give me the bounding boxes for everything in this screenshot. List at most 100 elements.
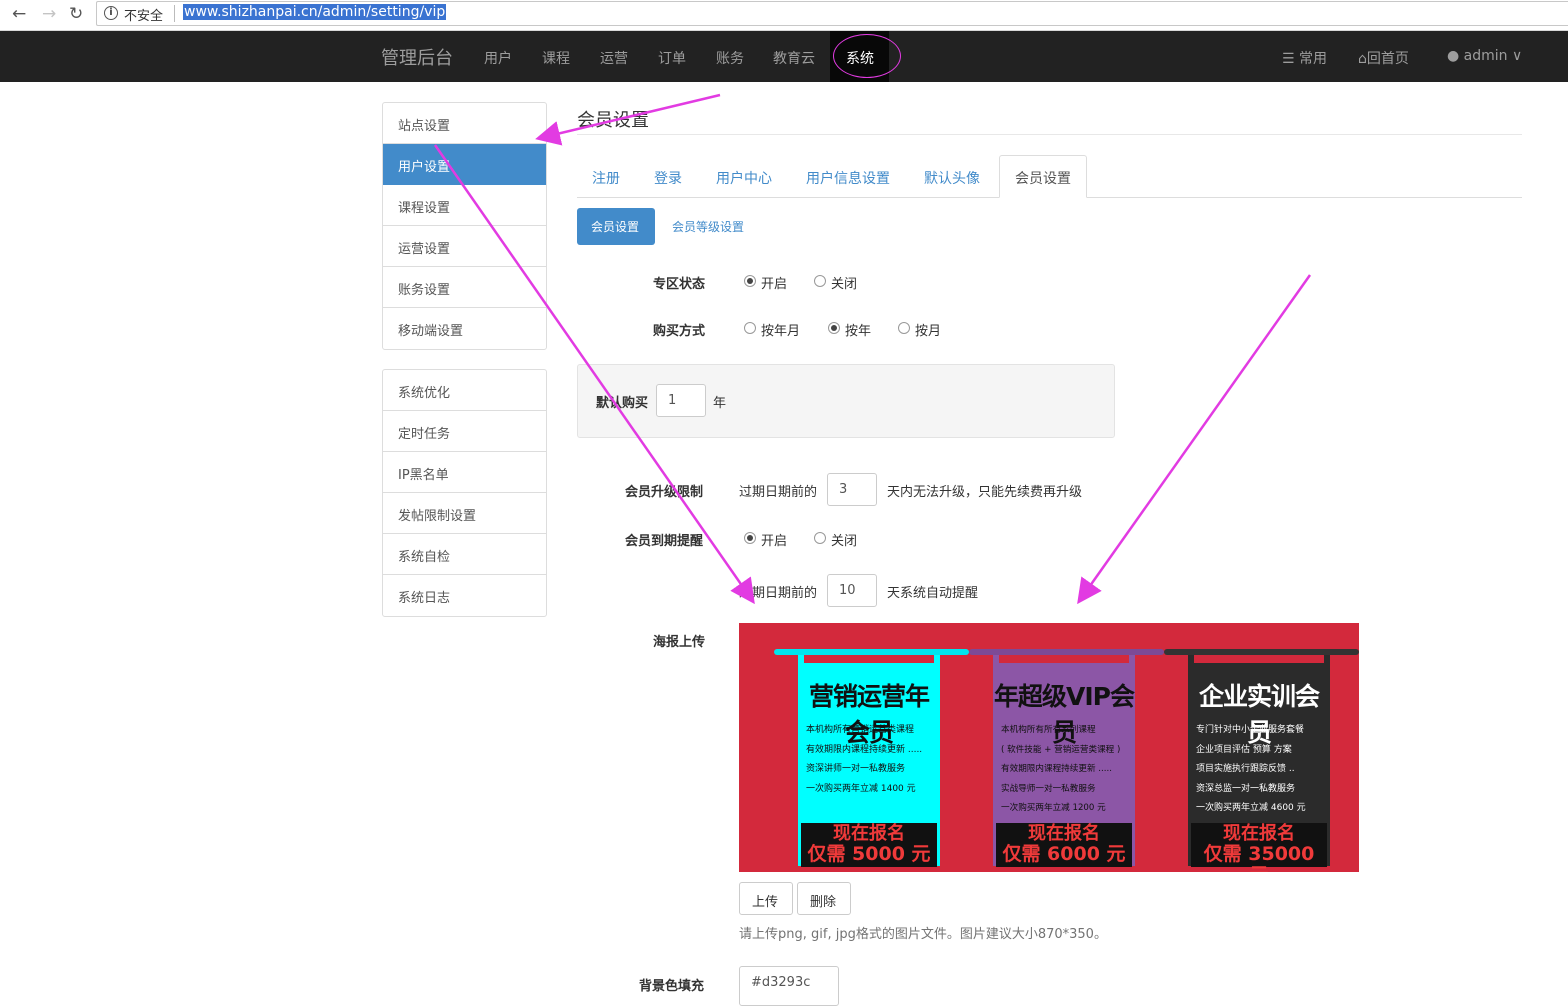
poster-card-line: 本机构所有营销运营类课程 (806, 725, 915, 735)
sidebar-item-self-check[interactable]: 系统自检 (383, 534, 546, 575)
sidebar-group-2: 系统优化 定时任务 IP黑名单 发帖限制设置 系统自检 系统日志 (382, 369, 547, 617)
poster-card-line: 资深讲师一对一私教服务 (806, 764, 906, 774)
expiry-reminder-on-radio[interactable] (744, 532, 756, 544)
poster-card-line: 一次购买两年立减 1400 元 (806, 783, 916, 794)
poster-card-lines: 专门针对中小企业服务套餐 企业项目评估 预算 方案 项目实施执行跟踪反馈 .. … (1196, 721, 1330, 819)
sidebar-item-cron[interactable]: 定时任务 (383, 411, 546, 452)
top-navbar: 管理后台 用户 课程 运营 订单 账务 教育云 系统 ☰ 常用 ⌂回首页 ● a… (0, 31, 1568, 82)
expiry-reminder-prefix: 过期日期前的 (739, 586, 818, 601)
home-icon: ⌂ (1358, 51, 1367, 67)
sidebar-item-ip-blacklist[interactable]: IP黑名单 (383, 452, 546, 493)
zone-status-on-label: 开启 (761, 277, 788, 292)
back-icon[interactable]: ← (12, 4, 26, 24)
poster-card-line: 实战导师一对一私教服务 (1001, 783, 1096, 794)
buy-mode-month-label: 按月 (915, 324, 942, 339)
tab-vip[interactable]: 会员设置 (999, 155, 1087, 198)
poster-card-strip (999, 655, 1129, 663)
home-link[interactable]: ⌂回首页 (1358, 48, 1409, 68)
upgrade-limit-label: 会员升级限制 (625, 485, 704, 500)
poster-card-footer: 现在报名 仅需 35000 元 (1191, 823, 1327, 872)
nav-item-user[interactable]: 用户 (484, 48, 512, 68)
sidebar-item-mobile[interactable]: 移动端设置 (383, 308, 546, 349)
buy-mode-year-radio[interactable] (828, 322, 840, 334)
upload-button[interactable]: 上传 (739, 882, 793, 915)
poster-card-2: 年超级VIP会员 本机构所有所有系列课程 ( 软件技能 + 营销运营类课程 ) … (993, 655, 1135, 867)
info-icon[interactable]: i (104, 6, 118, 20)
poster-card-line: 有效期限内课程持续更新 ..... (806, 744, 923, 755)
nav-item-operation[interactable]: 运营 (600, 48, 628, 68)
annotation-circle (833, 34, 901, 78)
user-icon: ● (1447, 48, 1460, 64)
expiry-reminder-input[interactable]: 10 (827, 574, 877, 607)
poster-card-cta: 现在报名 (1223, 823, 1295, 844)
sidebar-item-user[interactable]: 用户设置 (383, 144, 546, 185)
sidebar-item-site[interactable]: 站点设置 (383, 103, 546, 144)
expiry-reminder-off-label: 关闭 (831, 534, 858, 549)
zone-status-on-radio[interactable] (744, 275, 756, 287)
list-icon: ☰ (1282, 51, 1295, 67)
zone-status-label: 专区状态 (653, 277, 706, 292)
poster-card-3: 企业实训会员 专门针对中小企业服务套餐 企业项目评估 预算 方案 项目实施执行跟… (1188, 655, 1330, 872)
zone-status-off-label: 关闭 (831, 277, 858, 292)
poster-card-line: 有效期限内课程持续更新 ..... (1001, 764, 1112, 774)
user-menu[interactable]: ● admin ∨ (1447, 48, 1522, 64)
poster-card-line: 项目实施执行跟踪反馈 .. (1196, 764, 1295, 774)
reload-icon[interactable]: ↻ (69, 4, 83, 24)
sidebar-item-log[interactable]: 系统日志 (383, 575, 546, 616)
poster-card-line: 本机构所有所有系列课程 (1001, 725, 1096, 735)
sidebar-item-course[interactable]: 课程设置 (383, 185, 546, 226)
chevron-down-icon: ∨ (1512, 48, 1523, 64)
nav-item-course[interactable]: 课程 (542, 48, 570, 68)
poster-upload-label: 海报上传 (653, 635, 706, 650)
buy-mode-yearmonth-radio[interactable] (744, 322, 756, 334)
sidebar-group-1: 站点设置 用户设置 课程设置 运营设置 账务设置 移动端设置 (382, 102, 547, 350)
default-buy-label: 默认购买 (596, 396, 649, 411)
sidebar-item-optimize[interactable]: 系统优化 (383, 370, 546, 411)
default-buy-input[interactable]: 1 (656, 384, 706, 417)
poster-card-lines: 本机构所有营销运营类课程 有效期限内课程持续更新 ..... 资深讲师一对一私教… (806, 721, 940, 799)
poster-card-line: 专门针对中小企业服务套餐 (1196, 725, 1305, 735)
tab-default-avatar[interactable]: 默认头像 (924, 168, 980, 188)
poster-card-line: 一次购买两年立减 4600 元 (1196, 803, 1306, 813)
buy-mode-month-radio[interactable] (898, 322, 910, 334)
poster-card-cta: 现在报名 (833, 823, 905, 844)
buy-mode-year-label: 按年 (845, 324, 872, 339)
expiry-reminder-label: 会员到期提醒 (625, 534, 704, 549)
sidebar-item-operation[interactable]: 运营设置 (383, 226, 546, 267)
url-separator (174, 5, 175, 22)
nav-item-edu-cloud[interactable]: 教育云 (773, 48, 815, 68)
nav-item-order[interactable]: 订单 (658, 48, 686, 68)
subtab-vip-levels[interactable]: 会员等级设置 (672, 218, 744, 235)
bg-fill-input[interactable]: #d3293c (739, 966, 839, 1006)
zone-status-off-radio[interactable] (814, 275, 826, 287)
poster-card-price: 仅需 35000 元 (1203, 843, 1315, 873)
tab-login[interactable]: 登录 (654, 168, 682, 188)
forward-icon[interactable]: → (42, 4, 56, 24)
poster-card-footer: 现在报名 仅需 6000 元 (996, 823, 1132, 867)
poster-card-line: 资深总监一对一私教服务 (1196, 783, 1296, 794)
expiry-reminder-suffix: 天系统自动提醒 (887, 586, 979, 601)
common-link[interactable]: ☰ 常用 (1282, 48, 1327, 68)
poster-card-price: 仅需 6000 元 (1002, 843, 1126, 865)
delete-button[interactable]: 删除 (797, 882, 851, 915)
bg-fill-label: 背景色填充 (639, 979, 705, 994)
buy-mode-yearmonth-label: 按年月 (761, 324, 801, 339)
browser-toolbar: ← → ↻ i 不安全 www.shizhanpai.cn/admin/sett… (0, 0, 1568, 31)
common-label: 常用 (1299, 51, 1328, 67)
address-bar[interactable]: i 不安全 www.shizhanpai.cn/admin/setting/vi… (96, 1, 1568, 26)
poster-card-strip (1194, 655, 1324, 663)
tab-user-info[interactable]: 用户信息设置 (806, 168, 890, 188)
sidebar-item-post-limit[interactable]: 发帖限制设置 (383, 493, 546, 534)
upgrade-limit-input[interactable]: 3 (827, 473, 877, 506)
tab-user-center[interactable]: 用户中心 (716, 168, 772, 188)
sidebar-item-finance[interactable]: 账务设置 (383, 267, 546, 308)
upgrade-limit-suffix: 天内无法升级，只能先续费再升级 (887, 485, 1083, 500)
poster-card-line: ( 软件技能 + 营销运营类课程 ) (1001, 744, 1121, 755)
brand[interactable]: 管理后台 (381, 44, 453, 70)
tab-register[interactable]: 注册 (592, 168, 620, 188)
nav-item-finance[interactable]: 账务 (716, 48, 744, 68)
expiry-reminder-off-radio[interactable] (814, 532, 826, 544)
url-text[interactable]: www.shizhanpai.cn/admin/setting/vip (183, 4, 447, 20)
poster-card-price: 仅需 5000 元 (807, 843, 931, 865)
subtab-vip-settings[interactable]: 会员设置 (577, 208, 655, 245)
